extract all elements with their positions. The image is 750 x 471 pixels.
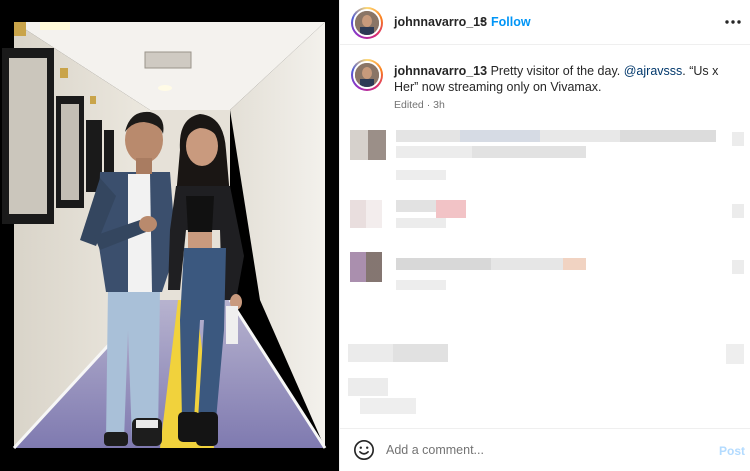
- comment-meta-obscured: [396, 280, 446, 290]
- post-header: johnnavarro_13 • Follow: [340, 0, 750, 45]
- author-avatar[interactable]: [351, 7, 383, 39]
- caption-timestamp: Edited · 3h: [394, 99, 445, 111]
- comment-text-obscured: [360, 398, 416, 414]
- comment-like-obscured: [732, 132, 744, 146]
- comment-text-obscured: [348, 344, 448, 362]
- caption-mention-link[interactable]: @ajravsss: [624, 64, 683, 78]
- comment-text-obscured: [396, 146, 586, 158]
- post-comment-button[interactable]: Post: [719, 444, 745, 458]
- comment-text-obscured: [396, 218, 446, 228]
- photo-image: [0, 0, 339, 471]
- comment-meta-obscured: [396, 170, 446, 180]
- comment-input[interactable]: [386, 441, 706, 459]
- comment-text-obscured: [436, 200, 466, 218]
- caption-body-start: Pretty visitor of the day.: [487, 64, 624, 78]
- comment-like-obscured: [732, 204, 744, 218]
- comment-text-obscured: [396, 130, 716, 142]
- comment-avatar-obscured: [350, 200, 382, 228]
- comment-avatar-obscured: [350, 252, 382, 282]
- separator-dot: •: [480, 14, 485, 28]
- more-horizontal-icon[interactable]: [723, 12, 743, 32]
- comment-avatar-obscured: [350, 130, 386, 160]
- comment-text-obscured: [348, 378, 388, 396]
- comment-like-obscured: [726, 344, 744, 364]
- comment-bar: Post: [340, 428, 750, 471]
- post-photo[interactable]: [0, 0, 339, 471]
- comment-text-obscured: [396, 258, 586, 270]
- caption-username[interactable]: johnnavarro_13: [394, 64, 487, 78]
- caption-text: johnnavarro_13 Pretty visitor of the day…: [394, 63, 734, 95]
- post-panel: johnnavarro_13 • Follow johnnavarro_13 P…: [339, 0, 750, 471]
- comment-like-obscured: [732, 260, 744, 274]
- caption-avatar[interactable]: [351, 59, 383, 91]
- smiley-face-icon[interactable]: [353, 439, 375, 461]
- author-username[interactable]: johnnavarro_13: [394, 15, 487, 29]
- follow-button[interactable]: Follow: [491, 15, 531, 29]
